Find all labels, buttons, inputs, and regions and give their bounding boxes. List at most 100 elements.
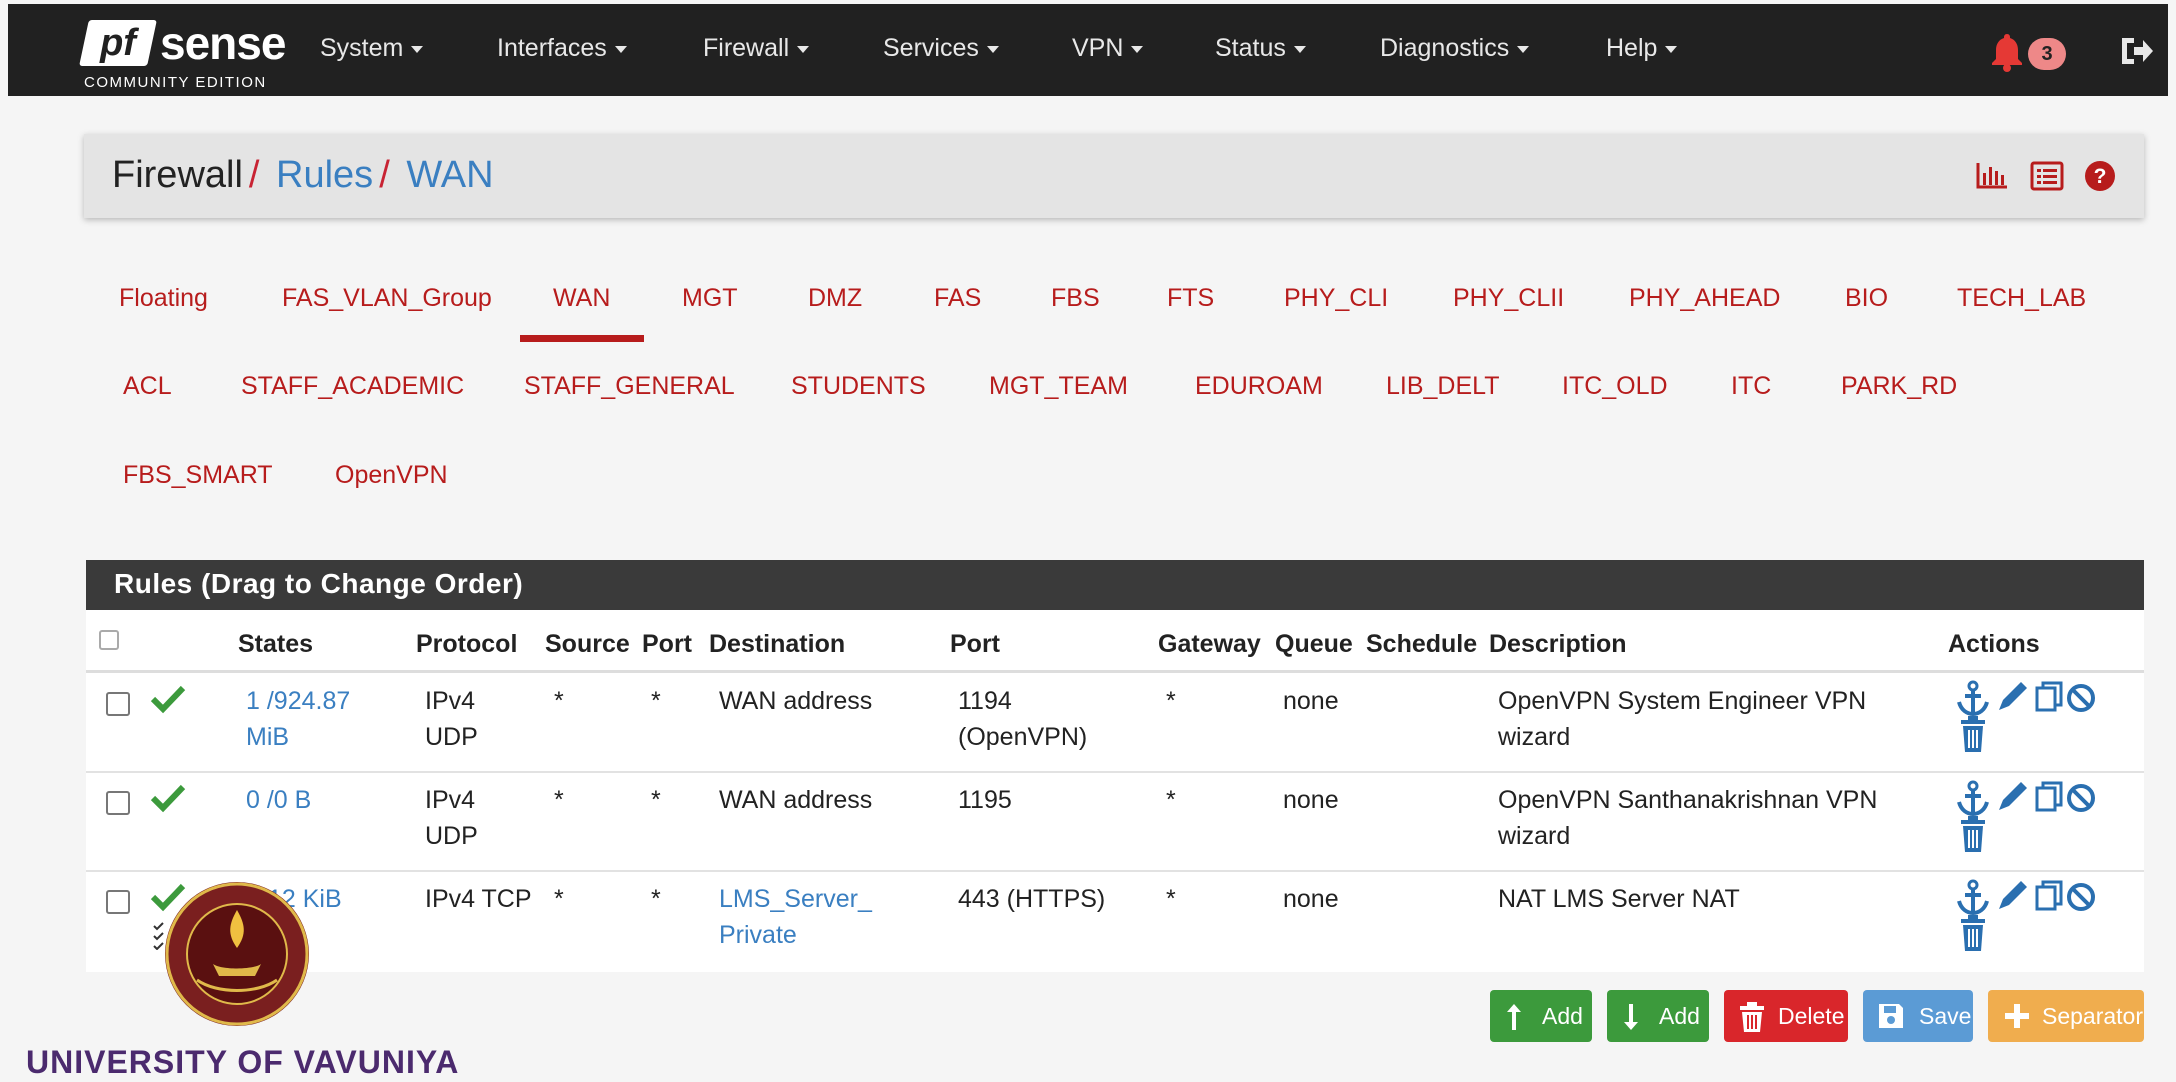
column-header-destination: Destination (709, 630, 846, 658)
nav-services[interactable]: Services (883, 34, 999, 63)
tab-fts[interactable]: FTS (1167, 284, 1214, 313)
save-button[interactable]: Save (1863, 990, 1973, 1042)
row-checkbox[interactable] (106, 692, 130, 716)
nav-help-label: Help (1606, 34, 1658, 62)
arrow-up-icon (1507, 1004, 1521, 1030)
edit-icon[interactable] (1999, 881, 2027, 909)
tab-phy-clii[interactable]: PHY_CLII (1453, 284, 1564, 313)
description-value: OpenVPN System Engineer VPN (1498, 687, 1867, 715)
add-top-button[interactable]: Add (1490, 990, 1592, 1042)
tab-mgt-team[interactable]: MGT_TEAM (989, 372, 1128, 401)
check-icon[interactable] (150, 783, 186, 813)
university-seal-logo (165, 882, 309, 1026)
add-top-label: Add (1542, 1003, 1583, 1029)
anchor-icon[interactable] (1957, 680, 1989, 717)
nav-help[interactable]: Help (1606, 34, 1678, 63)
tab-bio[interactable]: BIO (1845, 284, 1888, 313)
chevron-down-icon (411, 45, 424, 53)
column-header-dest-port: Port (950, 630, 1000, 658)
tab-itc[interactable]: ITC (1731, 372, 1771, 401)
tab-wan[interactable]: WAN (553, 284, 610, 313)
list-icon[interactable] (2030, 161, 2064, 196)
column-header-protocol: Protocol (416, 630, 518, 658)
anchor-icon[interactable] (1957, 780, 1989, 817)
nav-interfaces[interactable]: Interfaces (497, 34, 627, 63)
nav-system-label: System (320, 34, 404, 62)
delete-button[interactable]: Delete (1724, 990, 1848, 1042)
tab-itc-old[interactable]: ITC_OLD (1562, 372, 1668, 401)
active-tab-indicator (520, 335, 644, 342)
source-port-cell: * (651, 687, 661, 715)
nav-firewall[interactable]: Firewall (703, 34, 810, 63)
tab-dmz[interactable]: DMZ (808, 284, 862, 313)
breadcrumb-rules-link[interactable]: Rules (276, 154, 373, 196)
edit-icon[interactable] (1999, 682, 2027, 710)
breadcrumb-separator: / (379, 154, 390, 196)
tab-floating[interactable]: Floating (119, 284, 208, 313)
chevron-down-icon (986, 45, 999, 53)
pfsense-logo[interactable]: pf sense COMMUNITY EDITION (78, 16, 286, 94)
chevron-down-icon (1517, 45, 1530, 53)
add-bottom-button[interactable]: Add (1607, 990, 1709, 1042)
tab-lib-delt[interactable]: LIB_DELT (1386, 372, 1499, 401)
arrow-down-icon (1624, 1004, 1638, 1030)
tab-fas[interactable]: FAS (934, 284, 981, 313)
tab-phy-cli[interactable]: PHY_CLI (1284, 284, 1388, 313)
tab-fas-vlan-group[interactable]: FAS_VLAN_Group (282, 284, 492, 313)
notification-count-badge[interactable]: 3 (2028, 38, 2066, 70)
tab-fbs-smart[interactable]: FBS_SMART (123, 461, 273, 490)
tab-staff-general[interactable]: STAFF_GENERAL (524, 372, 735, 401)
breadcrumb-wan-link[interactable]: WAN (406, 154, 493, 196)
destination-value: LMS_Server_ (719, 885, 872, 913)
chart-icon[interactable] (1975, 161, 2009, 196)
anchor-icon[interactable] (1957, 879, 1989, 916)
tab-eduroam[interactable]: EDUROAM (1195, 372, 1323, 401)
nav-system[interactable]: System (320, 34, 424, 63)
tab-tech-lab[interactable]: TECH_LAB (1957, 284, 2086, 313)
row-checkbox[interactable] (106, 791, 130, 815)
trash-icon[interactable] (1961, 915, 1985, 951)
tab-openvpn[interactable]: OpenVPN (335, 461, 448, 490)
tab-fbs[interactable]: FBS (1051, 284, 1100, 313)
tab-acl[interactable]: ACL (123, 372, 172, 401)
trash-icon[interactable] (1961, 816, 1985, 852)
dest-port-value-cont: (OpenVPN) (958, 723, 1088, 751)
chevron-down-icon (797, 45, 810, 53)
column-header-schedule: Schedule (1366, 630, 1478, 658)
nav-vpn[interactable]: VPN (1072, 34, 1144, 63)
states-link[interactable]: 1 /924.87 MiB (246, 683, 350, 755)
check-icon[interactable] (150, 684, 186, 714)
edit-icon[interactable] (1999, 782, 2027, 810)
nav-status[interactable]: Status (1215, 34, 1306, 63)
disable-icon[interactable] (2067, 784, 2095, 812)
nav-diagnostics-label: Diagnostics (1380, 34, 1510, 62)
tab-staff-academic[interactable]: STAFF_ACADEMIC (241, 372, 464, 401)
gateway-cell: * (1166, 786, 1176, 814)
tab-phy-ahead[interactable]: PHY_AHEAD (1629, 284, 1780, 313)
chevron-down-icon (1293, 45, 1306, 53)
logout-icon[interactable] (2118, 34, 2154, 68)
tab-mgt[interactable]: MGT (682, 284, 738, 313)
breadcrumb: Firewall / Rules / WAN (112, 154, 494, 197)
disable-icon[interactable] (2067, 883, 2095, 911)
protocol-value-cont: UDP (425, 822, 478, 850)
tab-students[interactable]: STUDENTS (791, 372, 926, 401)
states-link[interactable]: 0 /0 B (246, 782, 311, 818)
tab-park-rd[interactable]: PARK_RD (1841, 372, 1957, 401)
chevron-down-icon (1665, 45, 1678, 53)
trash-icon[interactable] (1961, 716, 1985, 752)
help-icon[interactable]: ? (2084, 160, 2116, 197)
copy-icon[interactable] (2035, 781, 2063, 812)
bell-icon[interactable] (1990, 32, 2024, 72)
description-cell: OpenVPN System Engineer VPN wizard (1498, 683, 1866, 755)
nav-diagnostics[interactable]: Diagnostics (1380, 34, 1530, 63)
disable-icon[interactable] (2067, 684, 2095, 712)
destination-cell: WAN address (719, 683, 872, 719)
destination-alias-link[interactable]: LMS_Server_ Private (719, 881, 872, 953)
destination-cell: WAN address (719, 786, 873, 814)
select-all-checkbox[interactable] (99, 630, 119, 650)
copy-icon[interactable] (2035, 880, 2063, 911)
separator-button[interactable]: Separator (1988, 990, 2144, 1042)
copy-icon[interactable] (2035, 681, 2063, 712)
row-checkbox[interactable] (106, 890, 130, 914)
